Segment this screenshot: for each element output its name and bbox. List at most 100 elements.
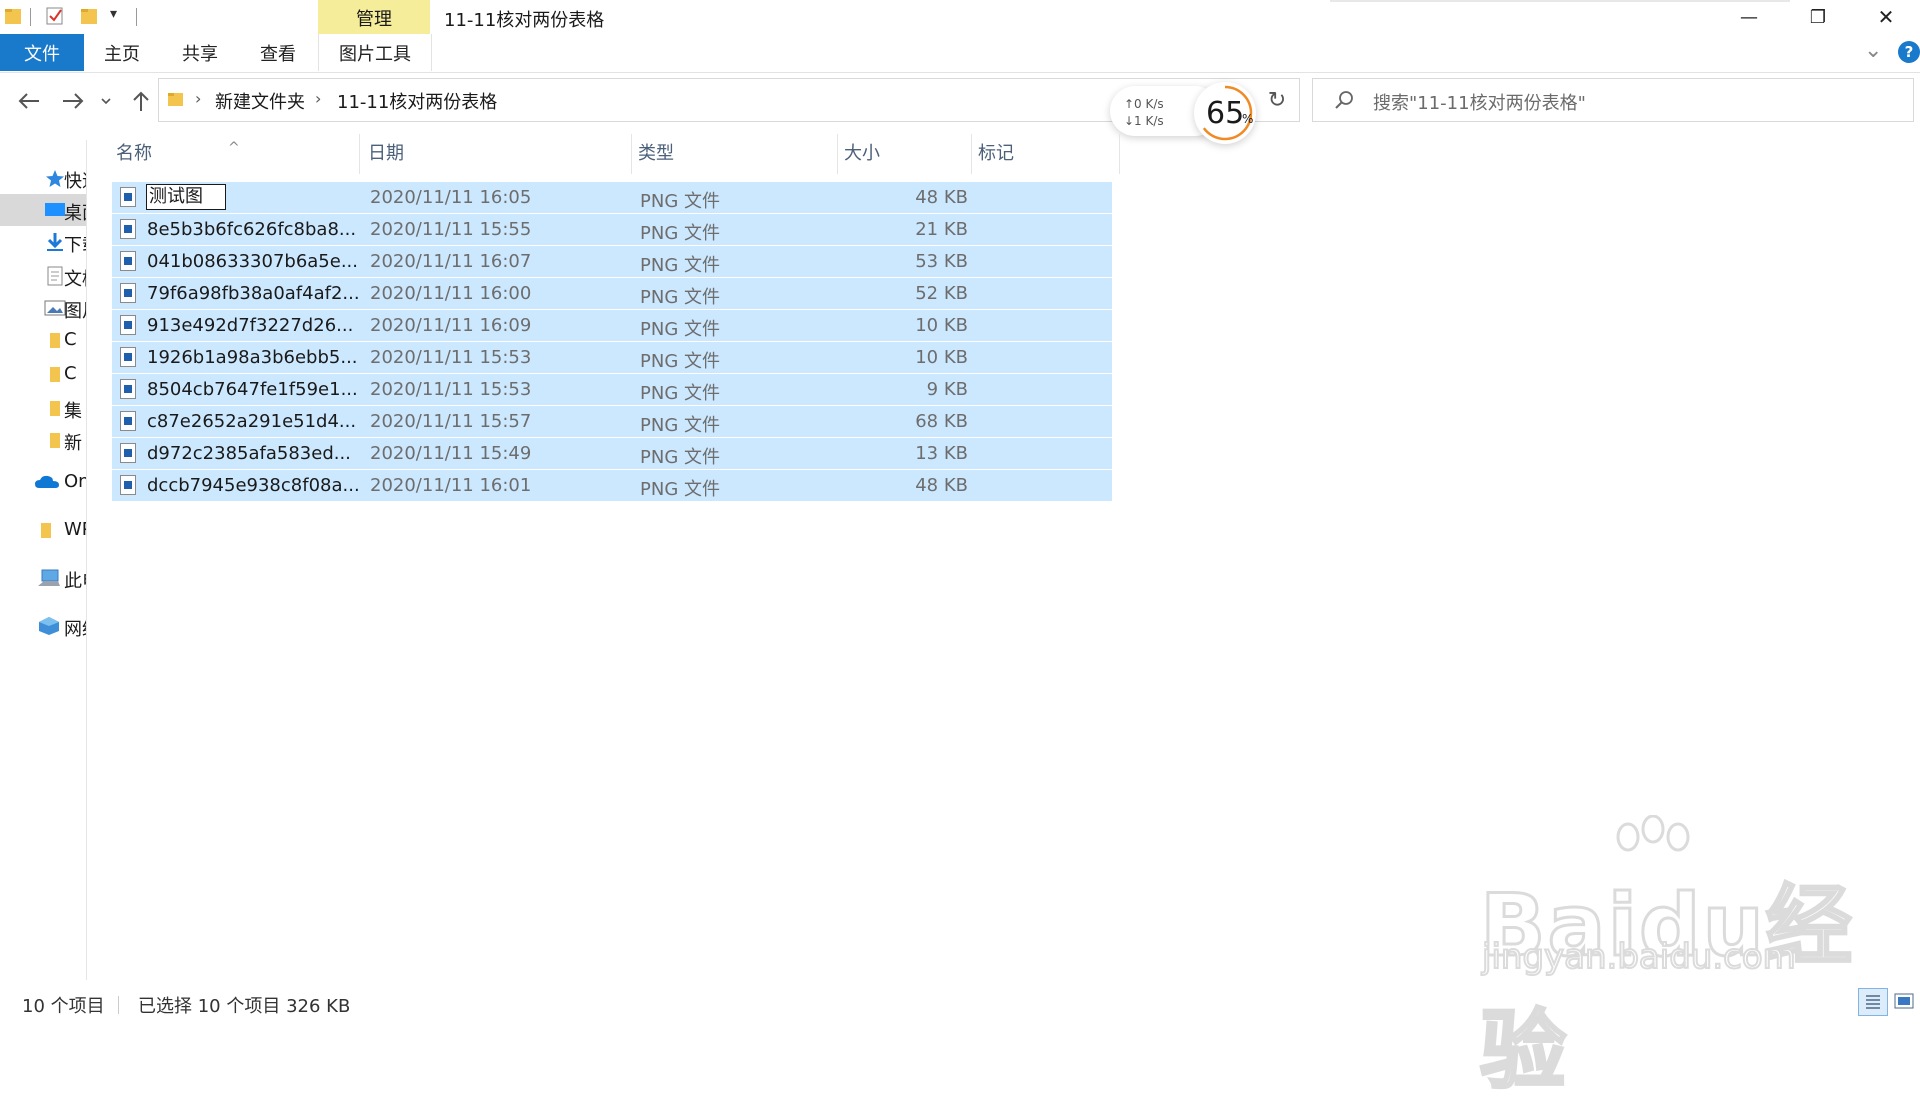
help-icon[interactable]: ? <box>1898 41 1920 63</box>
file-row[interactable]: dccb7945e938c8f08a... 2020/11/11 16:01 PNG… <box>112 470 1112 501</box>
file-type: PNG 文件 <box>640 191 720 212</box>
column-header-label: 标记 <box>978 143 1014 164</box>
file-size: 10 KB <box>915 315 968 336</box>
usage-percent-sign: % <box>1242 112 1254 126</box>
nav-item-label: 网络 <box>64 619 86 640</box>
file-row[interactable]: d972c2385afa583ed... 2020/11/11 15:49 PNG … <box>112 438 1112 469</box>
file-size: 53 KB <box>915 251 968 272</box>
tab-view[interactable]: 查看 <box>252 34 304 71</box>
file-type: PNG 文件 <box>640 319 720 340</box>
nav-item-label: 此电脑 <box>64 571 86 592</box>
png-file-icon <box>120 411 136 431</box>
navigation-pane: 快速访问 桌面 下载 文档 图片 C C 集 新 OneDrive WPS <box>0 140 87 980</box>
nav-item-label: 新 <box>64 433 82 454</box>
png-file-icon <box>120 443 136 463</box>
customize-toolbar-icon[interactable]: ▾ <box>110 6 117 22</box>
file-date: 2020/11/11 16:07 <box>370 251 532 272</box>
file-type: PNG 文件 <box>640 447 720 468</box>
file-type: PNG 文件 <box>640 351 720 372</box>
folder-icon[interactable] <box>4 6 22 26</box>
minimize-button[interactable]: — <box>1715 0 1783 34</box>
sort-ascending-icon: ^ <box>228 140 240 156</box>
nav-item-label: OneDrive <box>64 471 86 492</box>
nav-item-folder[interactable]: C <box>0 324 86 356</box>
back-button[interactable] <box>14 86 44 116</box>
status-separator <box>118 996 119 1014</box>
breadcrumb-chevron-icon[interactable]: › <box>315 89 321 108</box>
png-file-icon <box>120 187 136 207</box>
column-header-date[interactable]: 日期 <box>362 134 632 174</box>
window-title: 11-11核对两份表格 <box>444 10 605 31</box>
nav-item-label: 集 <box>64 401 82 422</box>
file-row[interactable]: 测试图 2020/11/11 16:05 PNG 文件 48 KB <box>112 182 1112 213</box>
file-name: 1926b1a98a3b6ebb5... <box>147 347 358 368</box>
nav-item-documents[interactable]: 文档 <box>0 260 86 292</box>
file-name: c87e2652a291e51d4... <box>147 411 357 432</box>
nav-item-folder[interactable]: 集 <box>0 392 86 424</box>
nav-item-pictures[interactable]: 图片 <box>0 292 86 324</box>
rename-input[interactable]: 测试图 <box>146 184 226 210</box>
file-type: PNG 文件 <box>640 479 720 500</box>
nav-item-label: 文档 <box>64 269 86 290</box>
breadcrumb-item-current[interactable]: 11-11核对两份表格 <box>337 88 497 114</box>
nav-item-quick-access[interactable]: 快速访问 <box>0 162 86 194</box>
folder-icon <box>50 433 60 448</box>
ribbon-collapse-icon[interactable]: ⌄ <box>1864 38 1882 63</box>
tab-home[interactable]: 主页 <box>96 34 148 71</box>
nav-item-downloads[interactable]: 下载 <box>0 226 86 258</box>
breadcrumb-chevron-icon[interactable]: › <box>195 89 201 108</box>
restore-button[interactable]: ❐ <box>1784 0 1852 34</box>
file-row[interactable]: c87e2652a291e51d4... 2020/11/11 15:57 PNG … <box>112 406 1112 437</box>
file-date: 2020/11/11 15:55 <box>370 219 532 240</box>
cloud-icon <box>35 475 59 488</box>
nav-item-desktop[interactable]: 桌面 <box>0 194 86 226</box>
file-row[interactable]: 041b08633307b6a5e... 2020/11/11 16:07 PNG … <box>112 246 1112 277</box>
tab-manage[interactable]: 管理 <box>318 0 430 34</box>
nav-item-folder[interactable]: C <box>0 358 86 390</box>
breadcrumb-item[interactable]: 新建文件夹 <box>215 88 305 114</box>
file-row[interactable]: 913e492d7f3227d26... 2020/11/11 16:09 PNG … <box>112 310 1112 341</box>
nav-item-this-pc[interactable]: 此电脑 <box>0 562 86 594</box>
recent-locations-button[interactable] <box>96 86 116 116</box>
png-file-icon <box>120 475 136 495</box>
column-header-tags[interactable]: 标记 <box>972 134 1120 174</box>
search-box[interactable]: 搜索"11-11核对两份表格" <box>1312 78 1914 122</box>
column-header-label: 日期 <box>368 143 404 164</box>
new-folder-icon[interactable] <box>80 6 98 26</box>
nav-item-onedrive[interactable]: OneDrive <box>0 466 86 498</box>
computer-icon <box>38 569 60 586</box>
nav-item-label: C <box>64 363 77 384</box>
file-row[interactable]: 8504cb7647fe1f59e1... 2020/11/11 15:53 PNG… <box>112 374 1112 405</box>
star-icon <box>46 170 64 187</box>
refresh-button[interactable]: ↻ <box>1262 86 1292 114</box>
folder-icon <box>41 523 51 538</box>
nav-item-wps[interactable]: WPS <box>0 514 86 546</box>
close-button[interactable]: ✕ <box>1852 0 1920 34</box>
column-header-size[interactable]: 大小 <box>838 134 972 174</box>
file-name: d972c2385afa583ed... <box>147 443 351 464</box>
folder-icon <box>50 401 60 416</box>
file-row[interactable]: 8e5b3b6fc626fc8ba8... 2020/11/11 15:55 PNG… <box>112 214 1112 245</box>
file-type: PNG 文件 <box>640 383 720 404</box>
properties-icon[interactable] <box>46 6 64 26</box>
file-row[interactable]: 1926b1a98a3b6ebb5... 2020/11/11 15:53 PNG … <box>112 342 1112 373</box>
file-size: 13 KB <box>915 443 968 464</box>
file-date: 2020/11/11 16:05 <box>370 187 532 208</box>
download-icon <box>47 233 63 251</box>
column-header-type[interactable]: 类型 <box>632 134 838 174</box>
network-icon <box>39 617 59 635</box>
png-file-icon <box>120 283 136 303</box>
network-speed-widget[interactable]: ↑0 K/s ↓1 K/s 65 % <box>1110 82 1258 144</box>
png-file-icon <box>120 219 136 239</box>
search-input[interactable]: 搜索"11-11核对两份表格" <box>1373 89 1586 115</box>
column-header-name[interactable]: 名称 ^ <box>110 134 360 174</box>
file-row[interactable]: 79f6a98fb38a0af4af2... 2020/11/11 16:00 PN… <box>112 278 1112 309</box>
nav-item-label: WPS <box>64 519 86 540</box>
tab-file[interactable]: 文件 <box>0 34 84 71</box>
up-button[interactable] <box>126 86 156 116</box>
nav-item-folder[interactable]: 新 <box>0 424 86 456</box>
forward-button[interactable] <box>58 86 88 116</box>
tab-share[interactable]: 共享 <box>174 34 226 71</box>
tab-picture-tools[interactable]: 图片工具 <box>318 34 432 71</box>
nav-item-network[interactable]: 网络 <box>0 610 86 642</box>
